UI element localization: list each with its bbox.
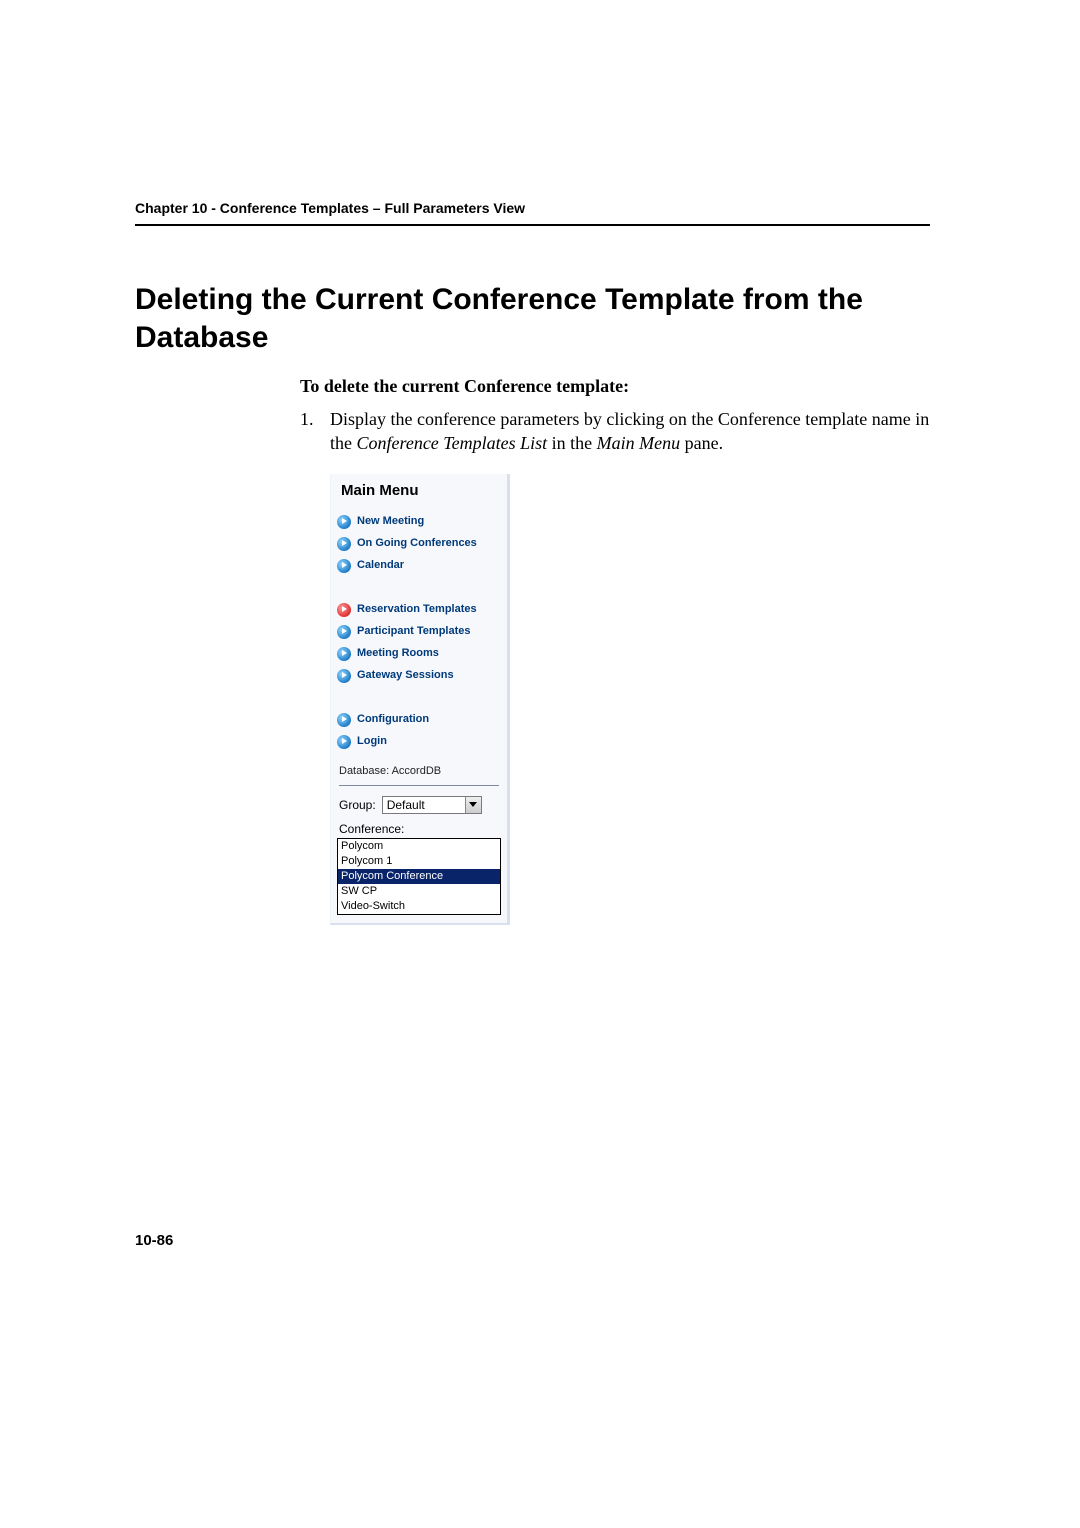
menu-label: Configuration (357, 713, 429, 726)
menu-item-calendar[interactable]: Calendar (331, 555, 507, 577)
step-em-templates-list: Conference Templates List (357, 433, 548, 453)
play-icon (337, 735, 351, 749)
menu-label: On Going Conferences (357, 537, 477, 550)
menu-item-ongoing-conferences[interactable]: On Going Conferences (331, 533, 507, 555)
play-icon (337, 515, 351, 529)
menu-label: Reservation Templates (357, 603, 477, 616)
menu-label: Meeting Rooms (357, 647, 439, 660)
menu-label: New Meeting (357, 515, 424, 528)
list-item[interactable]: Polycom (338, 839, 500, 854)
step-number: 1. (300, 407, 330, 456)
main-menu-title: Main Menu (331, 474, 507, 505)
list-item[interactable]: SW CP (338, 884, 500, 899)
divider (339, 785, 499, 786)
play-icon (337, 603, 351, 617)
menu-group-a: New Meeting On Going Conferences Calenda… (331, 505, 507, 583)
menu-item-login[interactable]: Login (331, 731, 507, 753)
main-menu-panel: Main Menu New Meeting On Going Conferenc… (330, 474, 510, 925)
section-title: Deleting the Current Conference Template… (135, 281, 930, 356)
database-label: Database: AccordDB (331, 759, 507, 781)
step-em-main-menu: Main Menu (597, 433, 680, 453)
list-item[interactable]: Polycom 1 (338, 854, 500, 869)
menu-item-participant-templates[interactable]: Participant Templates (331, 621, 507, 643)
menu-item-meeting-rooms[interactable]: Meeting Rooms (331, 643, 507, 665)
group-label: Group: (339, 798, 376, 812)
play-icon (337, 625, 351, 639)
menu-group-b: Reservation Templates Participant Templa… (331, 593, 507, 693)
group-row: Group: Default (331, 790, 507, 818)
play-icon (337, 537, 351, 551)
menu-item-configuration[interactable]: Configuration (331, 709, 507, 731)
group-value: Default (383, 797, 465, 813)
menu-item-gateway-sessions[interactable]: Gateway Sessions (331, 665, 507, 687)
step-text-post: pane. (680, 433, 723, 453)
menu-group-c: Configuration Login (331, 703, 507, 759)
step-text-mid: in the (547, 433, 597, 453)
play-icon (337, 713, 351, 727)
menu-item-reservation-templates[interactable]: Reservation Templates (331, 599, 507, 621)
conference-label: Conference: (331, 818, 507, 838)
conference-listbox[interactable]: Polycom Polycom 1 Polycom Conference SW … (337, 838, 501, 915)
play-icon (337, 669, 351, 683)
list-item[interactable]: Video-Switch (338, 899, 500, 914)
step-text: Display the conference parameters by cli… (330, 407, 930, 456)
page-number: 10-86 (135, 1232, 173, 1249)
menu-item-new-meeting[interactable]: New Meeting (331, 511, 507, 533)
play-icon (337, 647, 351, 661)
list-item[interactable]: Polycom Conference (338, 869, 500, 884)
menu-label: Gateway Sessions (357, 669, 454, 682)
procedure-step: 1. Display the conference parameters by … (300, 407, 930, 456)
menu-label: Calendar (357, 559, 404, 572)
play-icon (337, 559, 351, 573)
menu-label: Participant Templates (357, 625, 471, 638)
menu-label: Login (357, 735, 387, 748)
procedure-intro: To delete the current Conference templat… (300, 376, 930, 397)
chapter-header: Chapter 10 - Conference Templates – Full… (135, 200, 930, 226)
group-select[interactable]: Default (382, 796, 482, 814)
chevron-down-icon[interactable] (465, 797, 481, 813)
